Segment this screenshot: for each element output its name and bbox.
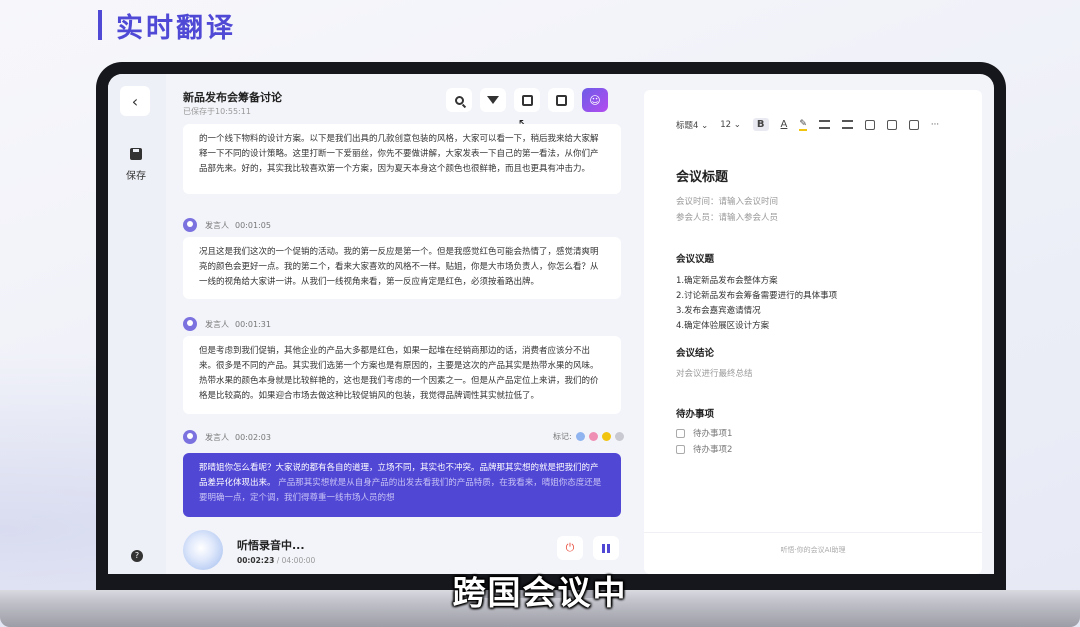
image-icon[interactable]	[886, 119, 897, 130]
video-subtitle: 跨国会议中	[452, 573, 628, 612]
speaker-time: 00:01:05	[235, 220, 271, 230]
speaker-time: 00:01:31	[235, 319, 271, 329]
speaker-row: 发言人 00:01:05	[183, 218, 271, 232]
back-icon: ‹	[131, 91, 139, 111]
speaker-row: 发言人 00:01:31	[183, 317, 271, 331]
todo-checkbox[interactable]	[676, 444, 685, 454]
editor-toolbar: 标题4 ⌄ 12 ⌄ B A ✎ ···	[676, 118, 951, 131]
document-title: 新品发布会筹备讨论	[183, 91, 282, 104]
ai-assistant-icon: ☺	[589, 93, 601, 107]
text-button[interactable]	[548, 88, 574, 112]
font-size-select[interactable]: 12 ⌄	[720, 120, 741, 130]
marks-label: 标记:	[553, 432, 572, 441]
speaker-name: 发言人	[205, 432, 229, 442]
save-button[interactable]: 保存	[116, 148, 156, 183]
conclusion-field[interactable]: 对会议进行最终总结	[676, 367, 753, 379]
todo-item[interactable]: 待办事项2	[676, 443, 732, 455]
mark-dot[interactable]	[588, 432, 598, 441]
footer-divider	[644, 532, 982, 533]
pause-recording-button[interactable]	[593, 536, 619, 560]
recording-orb-icon	[183, 530, 223, 570]
recording-status: 听悟录音中...	[237, 539, 305, 552]
meeting-title[interactable]: 会议标题	[676, 166, 728, 185]
notes-footer: 听悟·你的会议AI助理	[780, 546, 846, 554]
agenda-heading: 会议议题	[676, 254, 715, 265]
save-icon	[130, 148, 142, 160]
left-rail: ‹ 保存 ?	[108, 74, 166, 574]
checkbox-icon[interactable]	[864, 119, 875, 130]
conclusion-heading: 会议结论	[676, 348, 715, 359]
notes-panel: 标题4 ⌄ 12 ⌄ B A ✎ ··· 会议标题 会议时间：请输入会议时间 参…	[644, 90, 982, 574]
active-transcript-message: 那晴姐你怎么看呢？大家说的都有各自的道理，立场不同，其实也不冲突。品牌那其实想的…	[183, 453, 621, 517]
message-text: 但是考虑到我们促销，其他企业的产品大多都是红色，如果一起堆在经销商那边的话，消费…	[199, 346, 599, 401]
translate-icon	[521, 94, 533, 106]
message-text: 况且这是我们这次的一个促销的活动。我的第一反应是第一个。但是我感觉红色可能会热情…	[199, 247, 599, 287]
meeting-people-field[interactable]: 参会人员：请输入参会人员	[676, 211, 778, 223]
speaker-name: 发言人	[205, 220, 229, 230]
transcript-message: 况且这是我们这次的一个促销的活动。我的第一反应是第一个。但是我感觉红色可能会热情…	[183, 237, 621, 299]
meeting-time-field[interactable]: 会议时间：请输入会议时间	[676, 195, 778, 207]
filter-button[interactable]	[480, 88, 506, 112]
mark-dot[interactable]	[575, 432, 585, 441]
recording-total: / 04:00:00	[276, 556, 316, 565]
recording-elapsed: 00:02:23	[237, 556, 275, 565]
search-button[interactable]	[446, 88, 472, 112]
speaker-avatar	[183, 430, 197, 444]
highlight-icon[interactable]: ✎	[799, 119, 807, 131]
todo-item[interactable]: 待办事项1	[676, 427, 732, 439]
text-icon	[555, 94, 567, 106]
ordered-list-icon[interactable]	[818, 120, 830, 129]
bold-icon[interactable]: B	[752, 118, 769, 131]
filter-icon	[487, 96, 499, 104]
speaker-avatar	[183, 218, 197, 232]
laptop-frame: ‹ 保存 ? 新品发布会筹备讨论 已保存于10:55:11 ☺ ↖ 的一个线下物…	[96, 62, 1006, 604]
help-icon[interactable]: ?	[131, 550, 143, 562]
more-icon[interactable]: ···	[931, 120, 939, 130]
speaker-time: 00:02:03	[235, 432, 271, 442]
agenda-item[interactable]: 4.确定体验展区设计方案	[676, 319, 769, 331]
save-status: 已保存于10:55:11	[183, 107, 251, 116]
translate-button[interactable]	[514, 88, 540, 112]
heading-style-select[interactable]: 标题4 ⌄	[676, 119, 708, 131]
mark-tags: 标记:	[553, 431, 624, 442]
todo-label: 待办事项1	[693, 429, 733, 439]
app-screen: ‹ 保存 ? 新品发布会筹备讨论 已保存于10:55:11 ☺ ↖ 的一个线下物…	[108, 74, 994, 574]
agenda-item[interactable]: 3.发布会嘉宾邀请情况	[676, 304, 761, 316]
transcript-message: 但是考虑到我们促销，其他企业的产品大多都是红色，如果一起堆在经销商那边的话，消费…	[183, 336, 621, 414]
message-text: 的一个线下物料的设计方案。以下是我们出具的几款创意包装的风格，大家可以看一下，稍…	[199, 134, 599, 174]
font-color-icon[interactable]: A	[781, 119, 788, 130]
ai-assistant-button[interactable]: ☺	[582, 88, 608, 112]
heading-accent-bar	[98, 10, 102, 40]
bullet-list-icon[interactable]	[841, 120, 853, 129]
power-icon: ⏻	[565, 541, 575, 554]
todo-heading: 待办事项	[676, 409, 715, 420]
section-heading: 实时翻译	[98, 8, 236, 44]
speaker-avatar	[183, 317, 197, 331]
transcript-toolbar: ☺	[446, 88, 608, 112]
todo-checkbox[interactable]	[676, 428, 685, 438]
speaker-name: 发言人	[205, 319, 229, 329]
transcript-message: 的一个线下物料的设计方案。以下是我们出具的几款创意包装的风格，大家可以看一下，稍…	[183, 124, 621, 194]
search-icon	[454, 95, 464, 105]
back-button[interactable]: ‹	[120, 86, 150, 116]
stop-recording-button[interactable]: ⏻	[557, 536, 583, 560]
agenda-item[interactable]: 2.讨论新品发布会筹备需要进行的具体事项	[676, 289, 837, 301]
table-icon[interactable]	[908, 119, 919, 130]
heading-text: 实时翻译	[116, 12, 236, 44]
todo-label: 待办事项2	[693, 445, 733, 455]
recording-time: 00:02:23 / 04:00:00	[237, 556, 315, 565]
speaker-row: 发言人 00:02:03	[183, 430, 271, 444]
save-label: 保存	[126, 171, 146, 182]
mark-dot[interactable]	[614, 432, 624, 441]
mark-dot[interactable]	[601, 432, 611, 441]
agenda-item[interactable]: 1.确定新品发布会整体方案	[676, 274, 778, 286]
